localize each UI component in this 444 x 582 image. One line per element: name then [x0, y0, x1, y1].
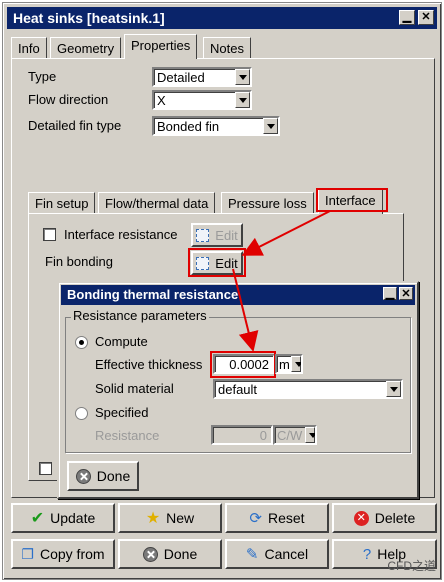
edit-icon	[196, 256, 210, 270]
dialog-done-button[interactable]: Done	[67, 461, 139, 491]
resistance-value: 0	[259, 428, 267, 443]
cancel-label: Cancel	[264, 546, 309, 562]
subtab-interface[interactable]: Interface	[318, 189, 383, 214]
compute-radio[interactable]	[75, 336, 88, 349]
reset-icon: ⟳	[249, 510, 262, 527]
chevron-down-icon[interactable]	[235, 69, 250, 85]
specified-label: Specified	[95, 405, 149, 420]
type-select[interactable]: Detailed	[152, 67, 252, 87]
subtab-pressure-loss[interactable]: Pressure loss	[221, 192, 314, 214]
subtab-flow-thermal-data[interactable]: Flow/thermal data	[98, 192, 216, 214]
solid-material-value: default	[218, 382, 258, 397]
reset-label: Reset	[268, 510, 305, 526]
chevron-down-icon[interactable]	[305, 427, 315, 443]
fin-type-value: Bonded fin	[157, 119, 220, 134]
check-icon: ✔	[30, 510, 45, 527]
cancel-button[interactable]: ✎ Cancel	[225, 539, 329, 569]
copy-from-button[interactable]: ❐ Copy from	[11, 539, 115, 569]
resistance-unit-value: C/W	[277, 428, 303, 443]
interface-resistance-checkbox[interactable]	[43, 228, 56, 241]
done-label: Done	[163, 546, 198, 562]
dialog-done-label: Done	[96, 468, 131, 484]
solid-material-select[interactable]: default	[213, 379, 403, 399]
update-label: Update	[50, 510, 96, 526]
reset-button[interactable]: ⟳ Reset	[225, 503, 329, 533]
thickness-unit-value: m	[279, 357, 290, 372]
window-titlebar[interactable]: Heat sinks [heatsink.1] ▁ ✕	[7, 7, 437, 29]
subtab-fin-setup[interactable]: Fin setup	[28, 192, 96, 214]
delete-button[interactable]: ✕ Delete	[332, 503, 437, 533]
interface-edit-button[interactable]: Edit	[191, 223, 243, 247]
effective-thickness-input[interactable]: 0.0002	[213, 354, 275, 374]
fin-bonding-edit-label: Edit	[215, 255, 238, 271]
type-value: Detailed	[157, 70, 205, 85]
chevron-down-icon[interactable]	[291, 356, 301, 372]
watermark: CFD之道	[387, 559, 436, 573]
chevron-down-icon[interactable]	[235, 92, 250, 108]
dialog-title: Bonding thermal resistance	[67, 287, 239, 302]
resistance-unit-select[interactable]: C/W	[273, 425, 317, 445]
done-icon	[142, 546, 158, 562]
window-title: Heat sinks [heatsink.1]	[13, 10, 165, 26]
copy-icon: ❐	[21, 545, 34, 562]
chevron-down-icon[interactable]	[263, 118, 278, 134]
edit-icon	[196, 228, 210, 242]
bottom-checkbox[interactable]	[39, 462, 52, 475]
tab-properties[interactable]: Properties	[124, 34, 198, 59]
done-button[interactable]: Done	[118, 539, 222, 569]
bonding-thermal-resistance-dialog: Bonding thermal resistance ▁ ✕ Resistanc…	[57, 281, 419, 499]
flow-direction-value: X	[157, 93, 166, 108]
close-icon[interactable]: ✕	[418, 10, 434, 25]
resistance-input[interactable]: 0	[211, 425, 273, 445]
new-button[interactable]: ★ New	[118, 503, 222, 533]
specified-radio[interactable]	[75, 407, 88, 420]
delete-icon: ✕	[353, 510, 369, 526]
type-label: Type	[28, 69, 57, 84]
close-icon[interactable]: ✕	[399, 287, 413, 300]
compute-label: Compute	[95, 334, 148, 349]
effective-thickness-value: 0.0002	[229, 357, 269, 372]
tab-info[interactable]: Info	[11, 37, 47, 59]
tab-geometry[interactable]: Geometry	[50, 37, 122, 59]
flow-direction-label: Flow direction	[28, 92, 109, 107]
fin-bonding-label: Fin bonding	[45, 254, 113, 269]
interface-edit-label: Edit	[215, 227, 238, 243]
minimize-icon[interactable]: ▁	[399, 10, 415, 25]
update-button[interactable]: ✔ Update	[11, 503, 115, 533]
fin-type-label: Detailed fin type	[28, 118, 122, 133]
interface-resistance-label: Interface resistance	[64, 227, 178, 242]
flow-direction-select[interactable]: X	[152, 90, 252, 110]
solid-material-label: Solid material	[95, 381, 174, 396]
fin-bonding-edit-button[interactable]: Edit	[191, 251, 243, 275]
dialog-titlebar[interactable]: Bonding thermal resistance ▁ ✕	[61, 285, 415, 305]
minimize-icon[interactable]: ▁	[383, 287, 397, 300]
star-icon: ★	[145, 510, 161, 527]
help-icon: ?	[362, 545, 372, 563]
thickness-unit-select[interactable]: m	[275, 354, 303, 374]
delete-label: Delete	[374, 510, 416, 526]
cancel-icon: ✎	[245, 546, 259, 563]
done-icon	[75, 468, 91, 484]
new-label: New	[166, 510, 195, 526]
resistance-parameters-title: Resistance parameters	[71, 308, 209, 323]
fin-type-select[interactable]: Bonded fin	[152, 116, 280, 136]
resistance-label: Resistance	[95, 428, 160, 443]
effective-thickness-label: Effective thickness	[95, 357, 203, 372]
copy-from-label: Copy from	[39, 546, 105, 562]
chevron-down-icon[interactable]	[386, 381, 401, 397]
tab-notes[interactable]: Notes	[203, 37, 251, 59]
